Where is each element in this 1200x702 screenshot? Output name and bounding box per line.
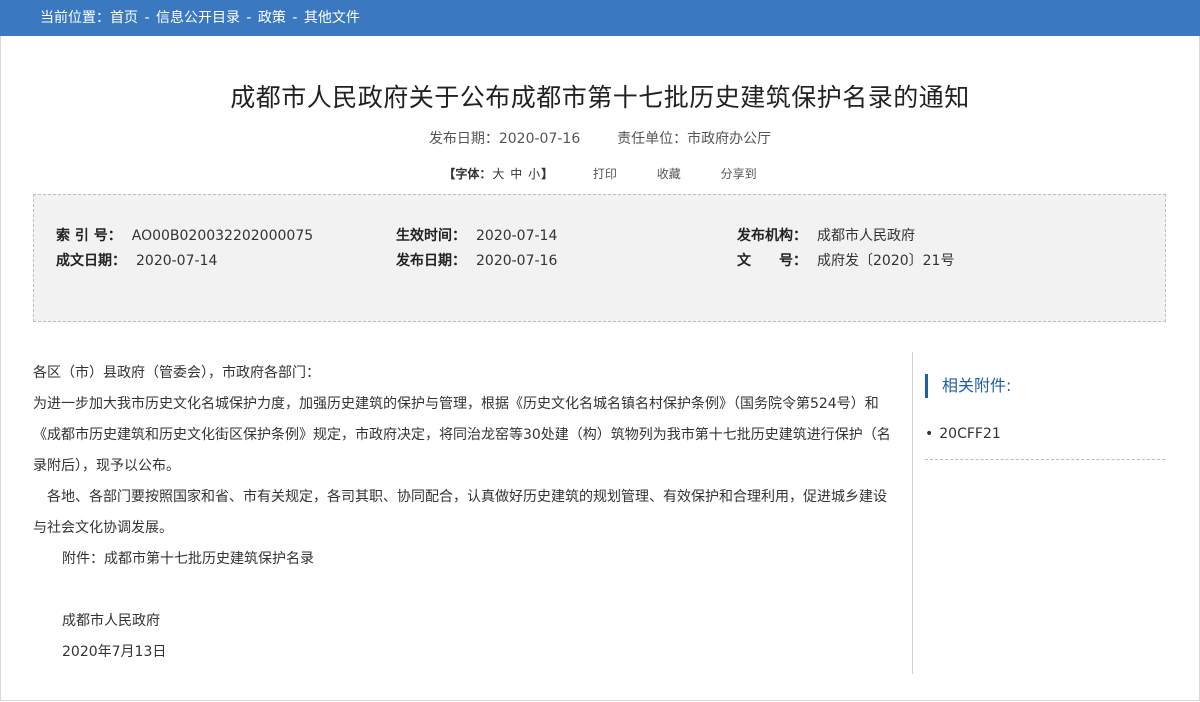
info-index: 索 引 号： AO00B020032202000075 — [56, 225, 313, 245]
attachments-divider — [925, 459, 1165, 460]
breadcrumb: 当前位置：首页 - 信息公开目录 - 政策 - 其他文件 — [40, 0, 360, 36]
font-size-control: 【字体：大 中 小】 — [443, 167, 553, 181]
font-size-large-button[interactable]: 大 — [491, 167, 505, 181]
page-title: 成都市人民政府关于公布成都市第十七批历史建筑保护名录的通知 — [230, 83, 970, 112]
attachments-title: 相关附件: — [925, 374, 1011, 398]
paragraph-1: 为进一步加大我市历史文化名城保护力度，加强历史建筑的保护与管理，根据《历史文化名… — [33, 396, 891, 474]
share-button[interactable]: 分享到 — [721, 165, 757, 182]
breadcrumb-home[interactable]: 首页 — [110, 10, 138, 26]
sign-date: 2020年7月13日 — [62, 644, 167, 660]
breadcrumb-separator: - — [241, 10, 256, 26]
attachment-link[interactable]: 20CFF21 — [939, 426, 1001, 442]
info-issuer-value: 成都市人民政府 — [817, 228, 915, 244]
article-body: 各区（市）县政府（管委会），市政府各部门： 为进一步加大我市历史文化名城保护力度… — [33, 358, 893, 668]
info-written-label: 成文日期： — [56, 253, 126, 269]
print-button[interactable]: 打印 — [593, 165, 617, 182]
breadcrumb-separator: - — [140, 10, 154, 26]
publish-date: 2020-07-16 — [498, 131, 581, 147]
responsible-unit: 市政府办公厅 — [687, 131, 772, 147]
info-effective-label: 生效时间： — [396, 228, 466, 244]
info-index-label: 索 引 号： — [56, 228, 122, 244]
font-label-close: 】 — [541, 167, 554, 181]
breadcrumb-separator: - — [287, 10, 302, 26]
attachment-item: • 20CFF21 — [925, 424, 1001, 444]
signature: 成都市人民政府 — [62, 613, 160, 629]
info-docno-value: 成府发〔2020〕21号 — [817, 253, 955, 269]
unit-label: 责任单位： — [617, 131, 688, 147]
column-divider — [912, 352, 913, 674]
attachment-line: 附件：成都市第十七批历史建筑保护名录 — [62, 551, 314, 567]
info-written-value: 2020-07-14 — [136, 253, 218, 269]
article-tools: 【字体：大 中 小】 打印 收藏 分享到 — [0, 165, 1200, 182]
breadcrumb-prefix: 当前位置： — [40, 10, 110, 26]
info-publish: 发布日期： 2020-07-16 — [396, 250, 557, 270]
info-index-value: AO00B020032202000075 — [131, 228, 314, 244]
info-publish-value: 2020-07-16 — [476, 253, 558, 269]
salutation: 各区（市）县政府（管委会），市政府各部门： — [33, 365, 320, 381]
font-size-small-button[interactable]: 小 — [527, 167, 541, 181]
breadcrumb-other-docs[interactable]: 其他文件 — [304, 10, 360, 26]
info-issuer: 发布机构： 成都市人民政府 — [737, 225, 915, 245]
font-label: 【字体： — [443, 167, 492, 181]
publish-date-label: 发布日期： — [428, 131, 499, 147]
article-meta: 发布日期：2020-07-16 责任单位：市政府办公厅 — [0, 128, 1200, 148]
favorite-button[interactable]: 收藏 — [657, 165, 681, 182]
info-effective: 生效时间： 2020-07-14 — [396, 225, 557, 245]
document-info-box: 索 引 号： AO00B020032202000075 生效时间： 2020-07-… — [33, 194, 1166, 322]
font-size-medium-button[interactable]: 中 — [509, 167, 523, 181]
info-docno: 文 号： 成府发〔2020〕21号 — [737, 250, 954, 270]
breadcrumb-bar: 当前位置：首页 - 信息公开目录 - 政策 - 其他文件 — [0, 0, 1200, 36]
bullet-icon: • — [925, 426, 934, 442]
info-written: 成文日期： 2020-07-14 — [56, 250, 217, 270]
info-issuer-label: 发布机构： — [737, 228, 807, 244]
breadcrumb-catalog[interactable]: 信息公开目录 — [156, 10, 240, 26]
info-docno-label: 文 号： — [737, 253, 807, 269]
info-effective-value: 2020-07-14 — [476, 228, 558, 244]
info-publish-label: 发布日期： — [396, 253, 466, 269]
breadcrumb-policy[interactable]: 政策 — [258, 10, 286, 26]
paragraph-2: 各地、各部门要按照国家和省、市有关规定，各司其职、协同配合，认真做好历史建筑的规… — [33, 489, 887, 536]
